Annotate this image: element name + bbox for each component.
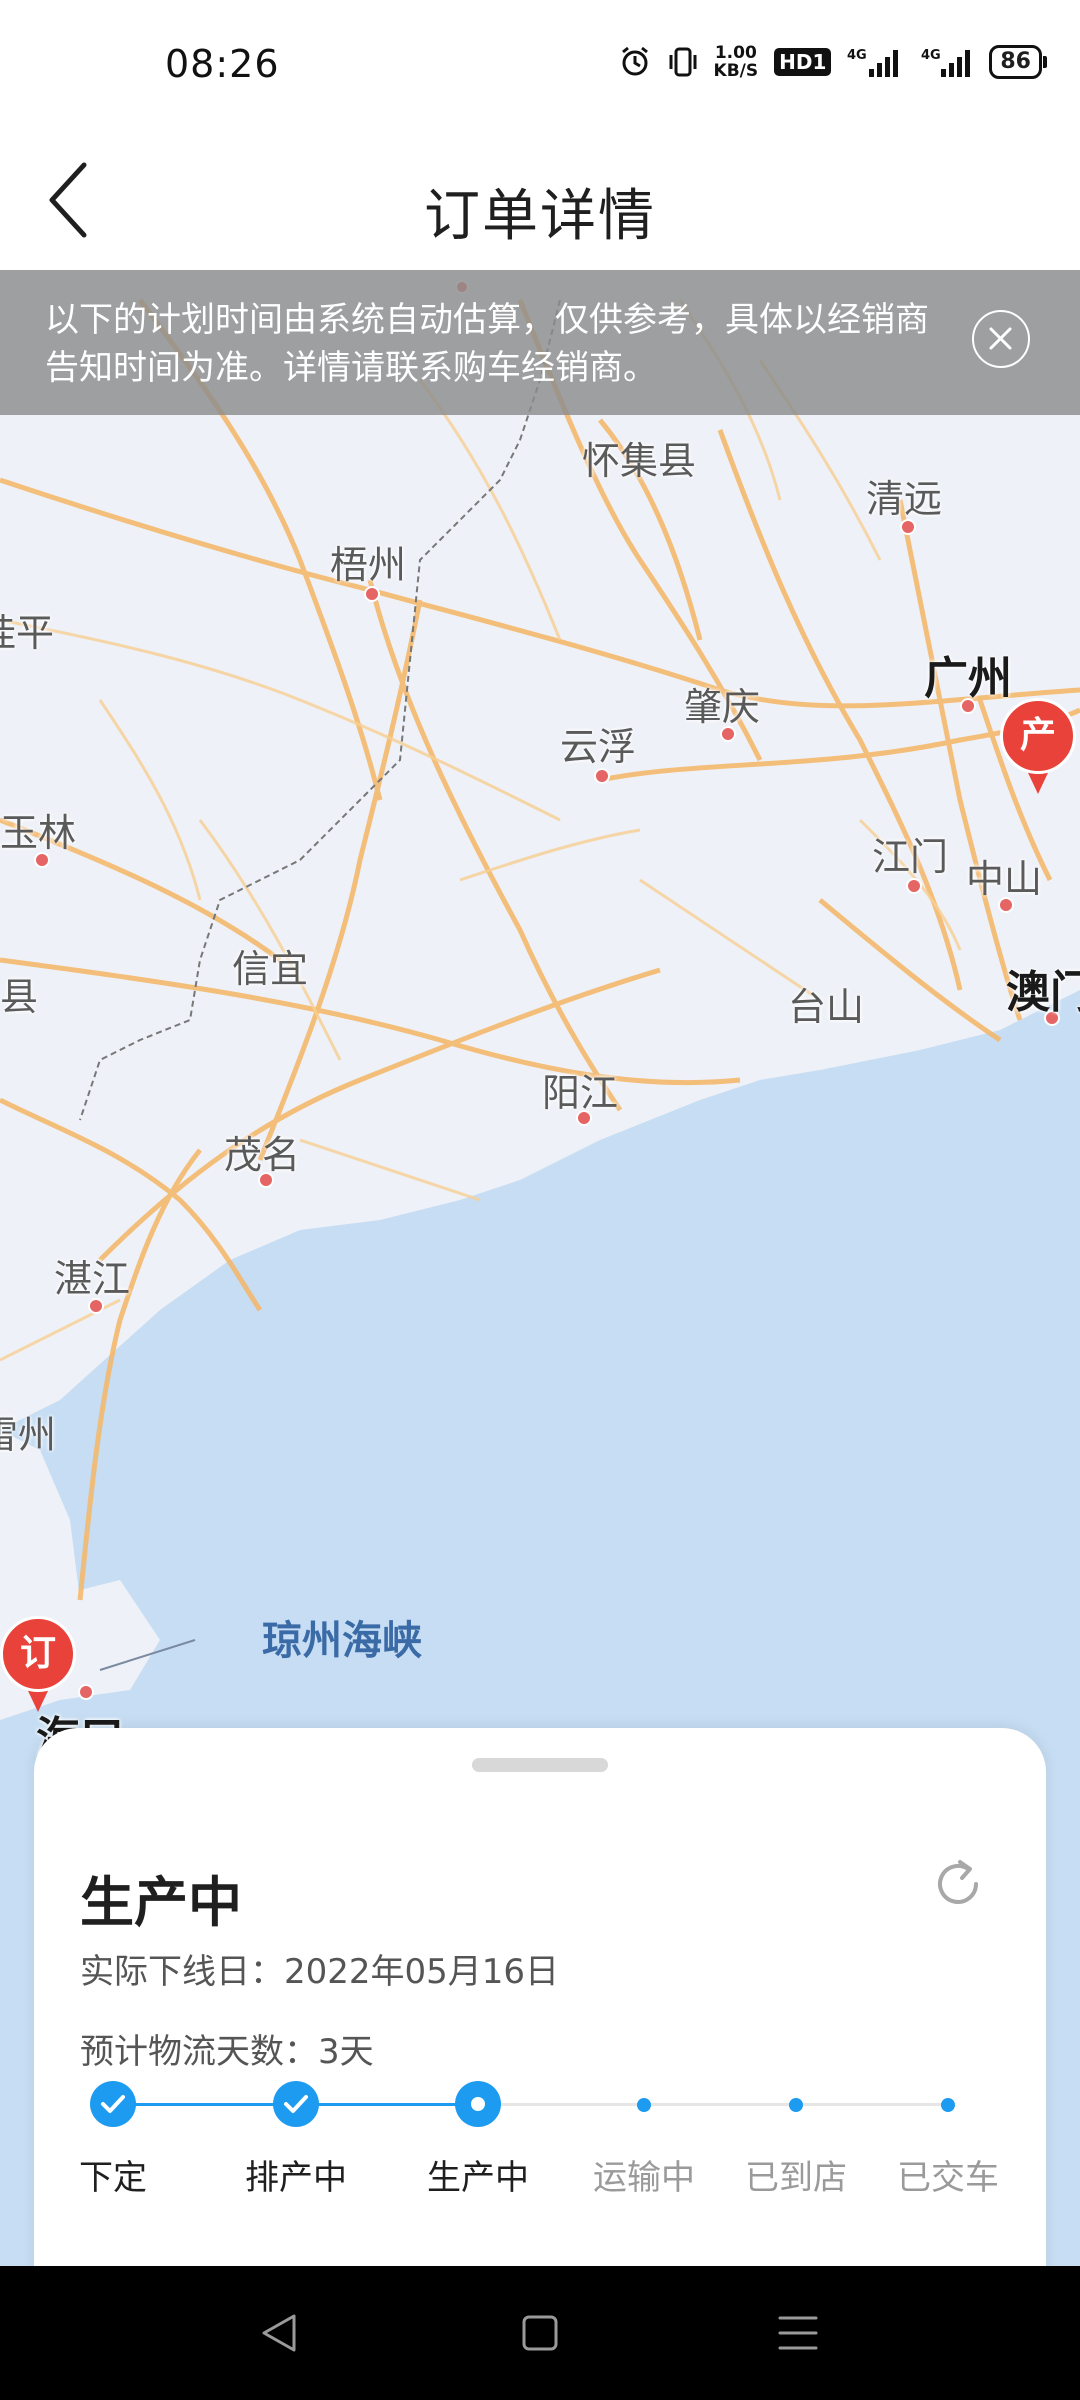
step-dot-pending: [637, 2098, 651, 2112]
map-label-strait: 琼州海峡: [262, 1618, 422, 1664]
order-status-title: 生产中: [80, 1871, 242, 1934]
vibrate-icon: [668, 45, 698, 79]
step-dot-pending: [789, 2098, 803, 2112]
offline-date-line: 实际下线日：2022年05月16日: [80, 1944, 559, 1993]
notice-text: 以下的计划时间由系统自动估算，仅供参考，具体以经销商告知时间为准。详情请联系购车…: [45, 300, 929, 388]
step-label-shipping: 运输中: [593, 2158, 695, 2198]
close-icon: [989, 327, 1012, 350]
step-dot-pending: [941, 2098, 955, 2112]
step-dot-done: [273, 2081, 319, 2127]
step-label-producing: 生产中: [427, 2158, 529, 2198]
signal-4g-icon: 4G: [847, 45, 905, 79]
svg-text:4G: 4G: [921, 48, 941, 63]
nav-home-button[interactable]: [500, 2296, 580, 2370]
map-label-wuzhou: 梧州: [330, 543, 407, 587]
system-nav-bar: [0, 2266, 1080, 2400]
hd-voice-icon: HD1: [774, 48, 832, 76]
estimate-notice-banner: 以下的计划时间由系统自动估算，仅供参考，具体以经销商告知时间为准。详情请联系购车…: [0, 270, 1080, 415]
map-label-zhongshan: 中山: [966, 857, 1043, 901]
map-label-xian: 县: [0, 975, 39, 1019]
map-label-yunfu: 云浮: [560, 725, 637, 769]
close-notice-button[interactable]: [972, 310, 1030, 368]
page-header: 订单详情: [0, 135, 1080, 270]
logistics-days-value: 3天: [318, 2032, 374, 2072]
map-label-maoming: 茂名: [224, 1133, 301, 1177]
alarm-icon: [618, 45, 652, 79]
map-label-xinyi: 信宜: [232, 947, 309, 991]
refresh-button[interactable]: [930, 1856, 986, 1912]
marker-order-label: 订: [0, 1616, 76, 1692]
status-bar: 08:26 1.00 KB/S HD1 4G 4G 86: [0, 0, 1080, 135]
order-location-marker[interactable]: 订: [0, 1616, 80, 1716]
map-label-yulin: 玉林: [0, 811, 77, 855]
offline-date-value: 2022年05月16日: [284, 1952, 560, 1992]
offline-date-label: 实际下线日：: [80, 1952, 284, 1992]
map-label-zhaoqing: 肇庆: [684, 685, 761, 729]
map-label-huaiji: 怀集县: [582, 439, 697, 483]
map-label-guiping: 桂平: [0, 611, 55, 655]
step-label-arrived: 已到店: [745, 2158, 847, 2198]
marker-production-label: 产: [1000, 698, 1076, 774]
sheet-drag-handle[interactable]: [472, 1758, 608, 1772]
nav-menu-button[interactable]: [758, 2296, 838, 2370]
home-square-icon: [522, 2315, 558, 2351]
signal-4g-icon-2: 4G: [921, 45, 973, 79]
step-label-deposit: 下定: [79, 2158, 147, 2198]
battery-icon: 86: [989, 45, 1047, 79]
map-label-yangjiang: 阳江: [542, 1071, 619, 1115]
logistics-days-label: 预计物流天数：: [80, 2032, 318, 2072]
step-dot-current: [455, 2081, 501, 2127]
order-status-sheet[interactable]: 生产中 实际下线日：2022年05月16日 预计物流天数：3天: [34, 1728, 1046, 2328]
refresh-icon: [938, 1860, 978, 1904]
network-speed: 1.00 KB/S: [713, 43, 759, 81]
map-label-qingyuan: 清远: [866, 477, 943, 521]
step-dot-done: [90, 2081, 136, 2127]
map-label-taishan: 台山: [788, 985, 865, 1029]
check-icon: [101, 2095, 125, 2113]
step-label-delivered: 已交车: [897, 2158, 999, 2198]
page-title: 订单详情: [424, 184, 656, 249]
map-label-leizhou: 雷州: [0, 1413, 57, 1457]
map-label-zhanjiang: 湛江: [54, 1257, 131, 1301]
map-label-guangzhou: 广州: [924, 653, 1012, 704]
current-step-inner-dot: [471, 2097, 485, 2111]
map-label-jiangmen: 江门: [872, 835, 949, 879]
map-label-aomen: 澳门: [1006, 967, 1080, 1018]
production-location-marker[interactable]: 产: [1000, 698, 1080, 798]
step-label-scheduling: 排产中: [245, 2158, 347, 2198]
nav-back-button[interactable]: [240, 2296, 320, 2370]
status-icons: 1.00 KB/S HD1 4G 4G 86: [618, 43, 1047, 81]
status-time: 08:26: [165, 42, 280, 86]
menu-lines-icon: [778, 2316, 818, 2350]
progress-line-pending: [478, 2103, 948, 2106]
logistics-days-line: 预计物流天数：3天: [80, 2024, 374, 2073]
svg-text:4G: 4G: [847, 48, 867, 63]
check-icon: [284, 2095, 308, 2113]
back-triangle-icon: [262, 2314, 296, 2352]
